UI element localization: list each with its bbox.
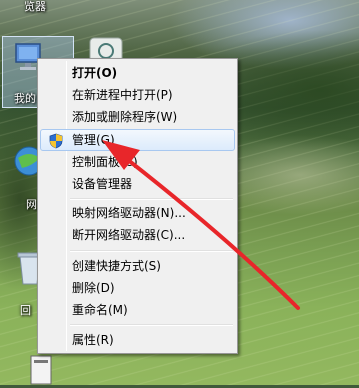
menu-item-properties[interactable]: 属性(R) [40,329,235,351]
menu-item-label: 管理(G) [72,133,115,147]
menu-item-label: 打开(O) [72,66,118,80]
menu-item-disconnect-network-drive[interactable]: 断开网络驱动器(C)... [40,224,235,246]
desktop-icon-recycle-label: 回 [20,304,31,317]
menu-item-manage[interactable]: 管理(G) [40,129,235,151]
shield-icon [49,133,63,149]
menu-item-label: 在新进程中打开(P) [72,88,173,102]
menu-item-label: 设备管理器 [72,177,133,191]
menu-item-open-new-process[interactable]: 在新进程中打开(P) [40,84,235,106]
desktop-icon-browser-label: 览器 [24,0,46,13]
menu-item-device-manager[interactable]: 设备管理器 [40,173,235,195]
menu-item-label: 删除(D) [72,281,115,295]
menu-item-label: 添加或删除程序(W) [72,110,178,124]
menu-item-add-remove-programs[interactable]: 添加或删除程序(W) [40,106,235,128]
menu-item-label: 控制面板(C) [72,155,138,169]
document-icon[interactable] [30,355,52,388]
menu-separator [70,324,233,326]
menu-separator [70,198,233,200]
menu-item-create-shortcut[interactable]: 创建快捷方式(S) [40,255,235,277]
desktop-icon-network-label: 网 [26,198,37,211]
menu-item-delete[interactable]: 删除(D) [40,277,235,299]
menu-item-label: 创建快捷方式(S) [72,259,161,273]
menu-item-map-network-drive[interactable]: 映射网络驱动器(N)... [40,202,235,224]
menu-separator [70,250,233,252]
menu-item-control-panel[interactable]: 控制面板(C) [40,151,235,173]
menu-item-label: 断开网络驱动器(C)... [72,228,186,242]
desktop-icon-computer-label: 我的 [14,92,36,105]
menu-item-label: 属性(R) [72,333,114,347]
menu-item-rename[interactable]: 重命名(M) [40,299,235,321]
context-menu: 打开(O) 在新进程中打开(P) 添加或删除程序(W) 管理(G) 控制面板(C… [37,58,238,354]
menu-item-label: 映射网络驱动器(N)... [72,206,186,220]
menu-item-label: 重命名(M) [72,303,128,317]
menu-item-open[interactable]: 打开(O) [40,62,235,84]
